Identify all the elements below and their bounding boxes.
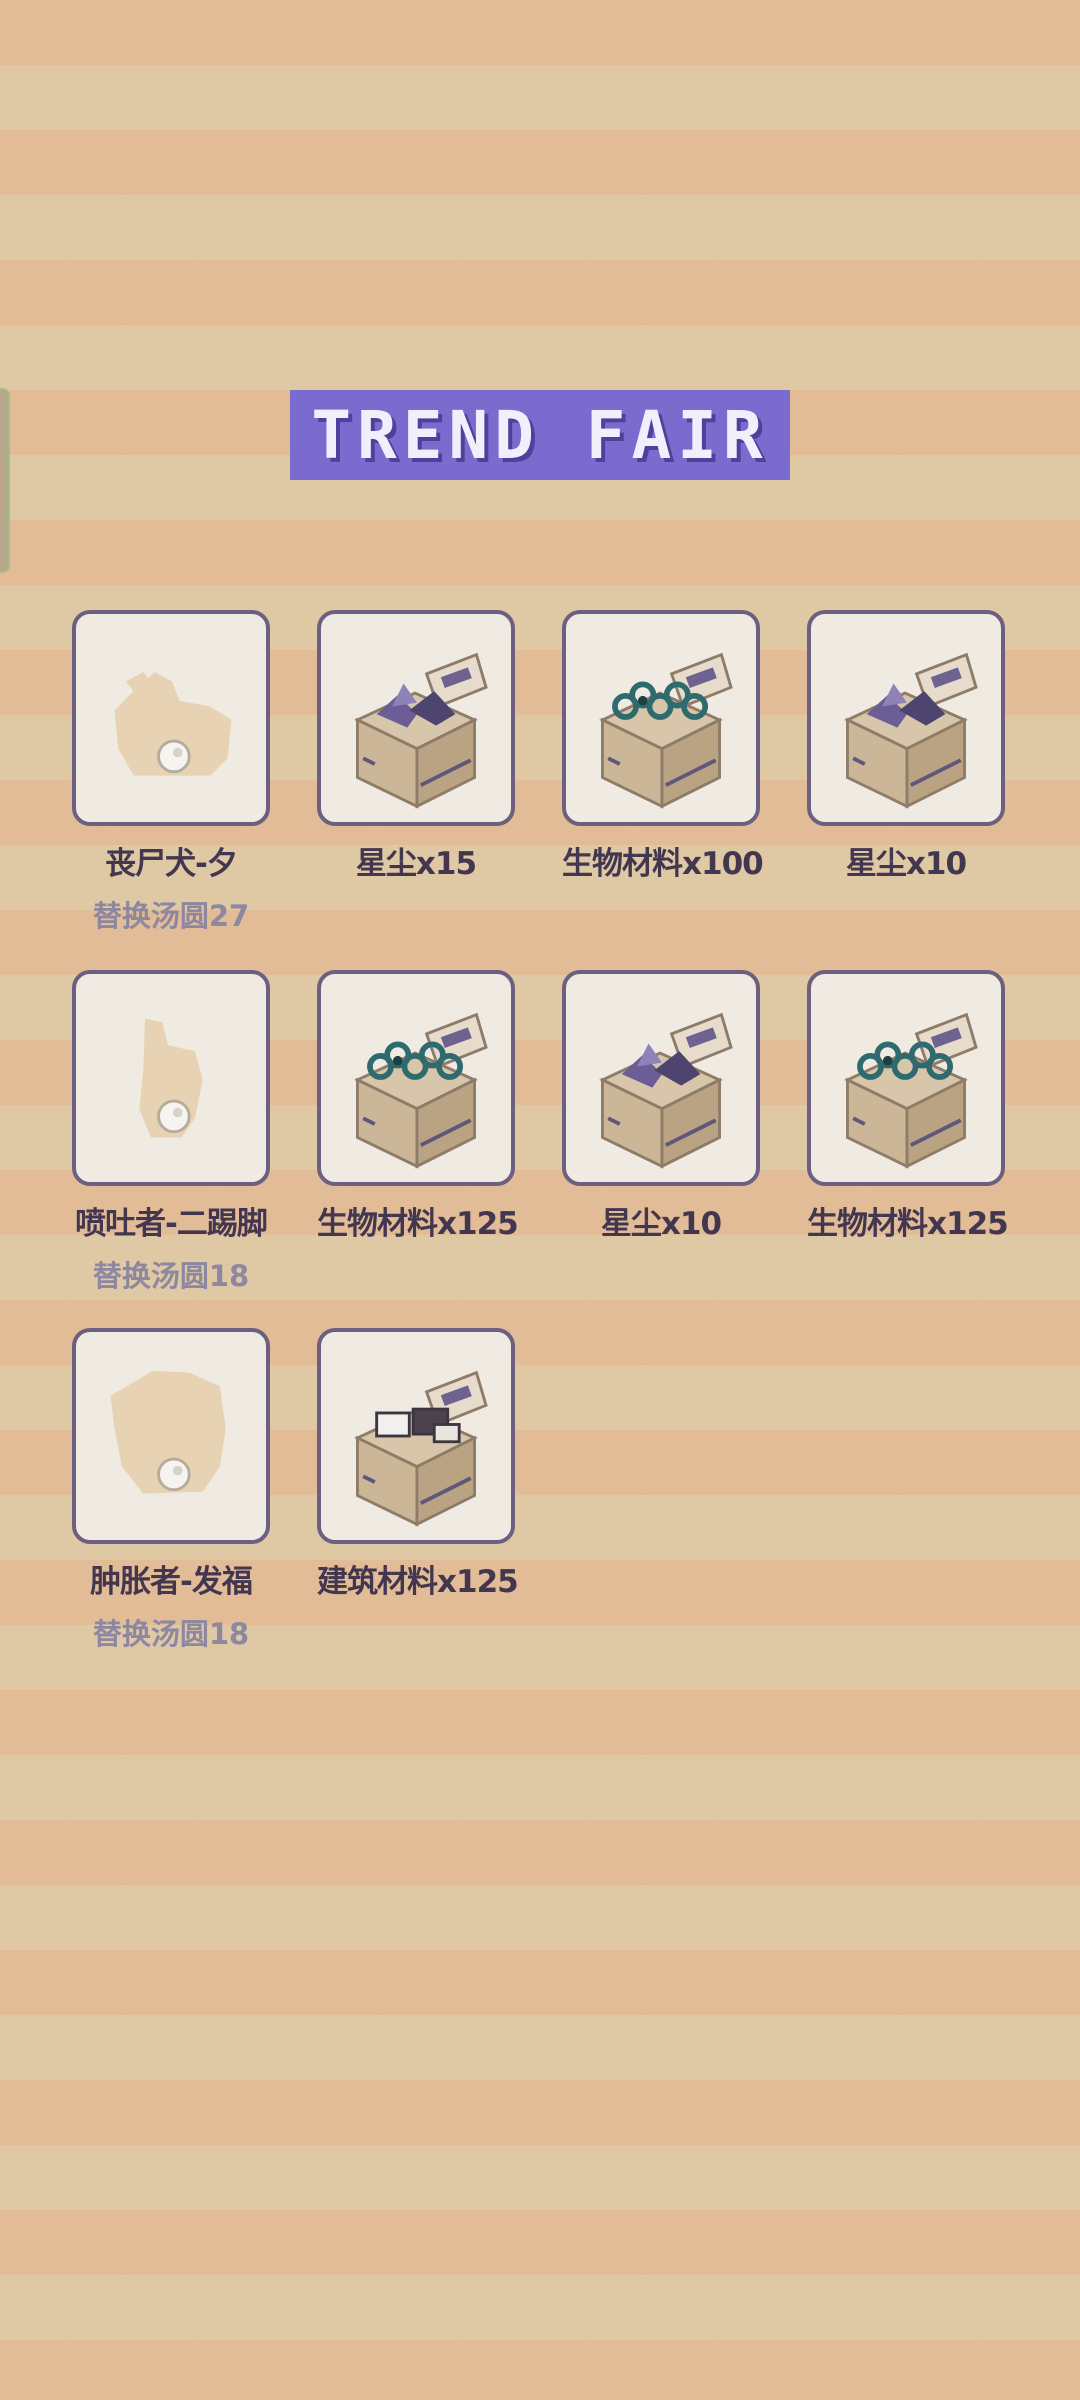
bio-material-box-icon-art <box>354 1012 488 1169</box>
reward-label: 喷吐者-二踢脚 <box>75 1206 268 1242</box>
reward-card[interactable] <box>562 610 760 826</box>
reward-label: 丧尸犬-夕 <box>105 846 238 882</box>
reward-item[interactable]: 星尘x15 <box>317 610 515 883</box>
reward-item[interactable]: 星尘x10 <box>562 970 760 1243</box>
bloater-silhouette-icon-art <box>110 1370 226 1494</box>
title-banner: TREND FAIR <box>290 390 790 480</box>
reward-item[interactable]: 生物材料x100 <box>562 610 764 883</box>
reward-label: 生物材料x125 <box>807 1206 1009 1242</box>
reward-item[interactable]: 丧尸犬-夕 替换汤圆27 <box>72 610 270 935</box>
reward-label: 生物材料x125 <box>317 1206 519 1242</box>
reward-sub-label: 替换汤圆18 <box>92 1259 250 1293</box>
reward-label: 生物材料x100 <box>562 846 764 882</box>
reward-card[interactable] <box>807 610 1005 826</box>
reward-card[interactable] <box>72 610 270 826</box>
stardust-box-icon-art <box>599 1012 733 1169</box>
reward-label: 建筑材料x125 <box>317 1564 519 1600</box>
reward-item[interactable]: 生物材料x125 <box>807 970 1009 1243</box>
reward-card[interactable] <box>72 1328 270 1544</box>
side-drawer-tab[interactable] <box>0 388 10 573</box>
reward-sub-label: 替换汤圆27 <box>92 899 250 933</box>
bio-material-box-icon-art <box>599 652 733 809</box>
reward-label: 星尘x15 <box>355 846 477 882</box>
reward-item[interactable]: 星尘x10 <box>807 610 1005 883</box>
reward-card[interactable] <box>317 610 515 826</box>
reward-card[interactable] <box>317 970 515 1186</box>
stardust-box-icon-art <box>844 652 978 809</box>
spitter-silhouette-icon-art <box>139 1018 203 1138</box>
reward-card[interactable] <box>317 1328 515 1544</box>
stardust-box-icon-art <box>354 652 488 809</box>
zombie-dog-silhouette-icon-art <box>114 671 232 776</box>
reward-item[interactable]: 建筑材料x125 <box>317 1328 519 1601</box>
reward-card[interactable] <box>562 970 760 1186</box>
reward-sub-label: 替换汤圆18 <box>92 1617 250 1651</box>
reward-card[interactable] <box>72 970 270 1186</box>
reward-item[interactable]: 喷吐者-二踢脚 替换汤圆18 <box>72 970 270 1295</box>
reward-item[interactable]: 肿胀者-发福 替换汤圆18 <box>72 1328 270 1653</box>
reward-item[interactable]: 生物材料x125 <box>317 970 519 1243</box>
building-material-box-icon-art <box>354 1370 488 1527</box>
bio-material-box-icon-art <box>844 1012 978 1169</box>
reward-label: 星尘x10 <box>845 846 967 882</box>
reward-label: 肿胀者-发福 <box>90 1564 253 1600</box>
page-title: TREND FAIR <box>311 396 769 474</box>
reward-label: 星尘x10 <box>600 1206 722 1242</box>
reward-card[interactable] <box>807 970 1005 1186</box>
